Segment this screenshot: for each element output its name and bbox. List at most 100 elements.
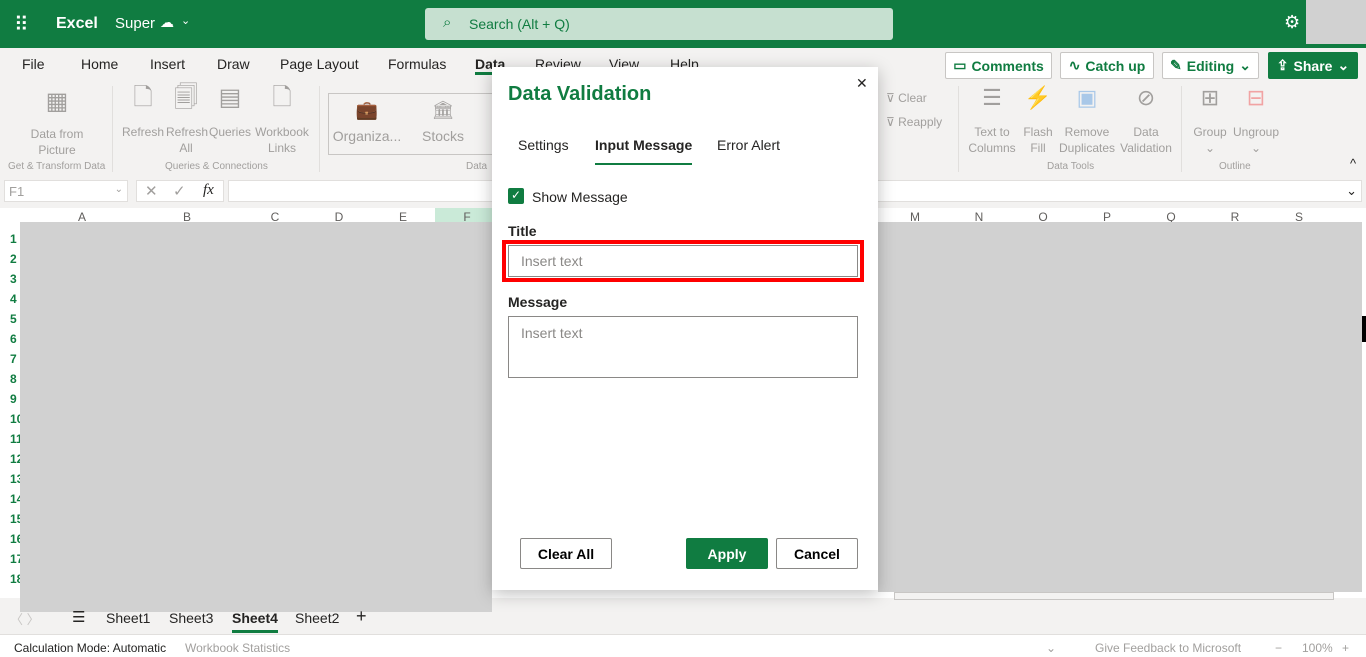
row-header[interactable]: 2 [10,252,17,266]
calculation-mode[interactable]: Calculation Mode: Automatic [14,641,166,655]
label: Clear [898,91,927,105]
cancel-button[interactable]: Cancel [776,538,858,569]
bank-icon: 🏛 [431,100,455,120]
ungroup-icon: ⊟ [1246,85,1266,110]
sheet-tab-sheet2[interactable]: Sheet2 [295,610,339,626]
comments-button[interactable]: ▭ Comments [945,52,1052,79]
label: Flash Fill [1023,125,1053,155]
prev-sheet-icon[interactable]: 〈 〉 [10,609,40,628]
editing-label: Editing [1186,57,1235,74]
comments-label: Comments [971,57,1044,74]
close-icon[interactable]: ✕ [856,75,868,92]
workbook-links-button[interactable]: 🗋 Workbook Links [254,84,310,156]
label: Reapply [898,115,943,129]
data-validation-icon: ⊘ [1136,85,1156,110]
editing-button[interactable]: ✎ Editing ⌄ [1162,52,1259,79]
sheet-tab-sheet3[interactable]: Sheet3 [169,610,213,626]
insert-function-icon[interactable]: fx [203,182,214,199]
divider [1181,86,1182,172]
row-header[interactable]: 5 [10,312,17,326]
link-icon: 🗋 [272,84,292,111]
apply-button[interactable]: Apply [686,538,768,569]
share-button[interactable]: ⇪ Share ⌄ [1268,52,1358,79]
tab-settings[interactable]: Settings [518,137,569,153]
app-name: Excel [56,15,98,32]
flash-fill-button[interactable]: ⚡ Flash Fill [1020,87,1056,156]
ungroup-button[interactable]: ⊟ Ungroup ⌄ [1230,85,1282,156]
zoom-in-icon[interactable]: + [1342,641,1349,655]
label: Refresh [122,125,165,139]
tab-formulas[interactable]: Formulas [388,56,446,72]
chevron-down-icon[interactable]: ⌄ [1046,641,1056,655]
cancel-icon[interactable]: ✕ [145,182,158,200]
avatar[interactable] [1306,0,1366,44]
zoom-out-icon[interactable]: − [1275,641,1282,655]
tab-insert[interactable]: Insert [150,56,185,72]
group-label: Data [466,161,488,172]
clear-filter-button[interactable]: ⊽ Clear [886,90,927,106]
data-validation-dialog: Data Validation ✕ Settings Input Message… [492,67,878,590]
sheet-tab-sheet4[interactable]: Sheet4 [232,610,278,633]
message-textarea[interactable]: Insert text [508,316,858,378]
tab-home[interactable]: Home [81,56,118,72]
zoom-level[interactable]: 100% [1302,641,1333,655]
row-header[interactable]: 3 [10,272,17,286]
reapply-filter-button[interactable]: ⊽ Reapply [886,114,942,130]
divider [958,86,959,172]
data-from-picture-button[interactable]: ▦ Data from Picture [22,90,92,158]
catch-up-button[interactable]: ∿ Catch up [1060,52,1154,79]
all-sheets-icon[interactable]: ☰ [72,608,85,626]
workbook-statistics[interactable]: Workbook Statistics [185,641,290,655]
share-icon: ⇪ [1276,57,1289,73]
title-input[interactable]: Insert text [508,245,858,277]
label: Queries [208,125,252,139]
group-button[interactable]: ⊞ Group ⌄ [1190,87,1230,156]
search-input[interactable]: ⌕ Search (Alt + Q) [425,8,893,40]
row-header[interactable]: 4 [10,292,17,306]
row-header[interactable]: 7 [10,352,17,366]
show-message-checkbox[interactable]: ✓ [508,188,524,204]
pencil-icon: ✎ [1170,57,1182,73]
settings-gear-icon[interactable]: ⚙ [1284,12,1300,33]
search-icon: ⌕ [443,14,452,31]
label: Ungroup [1232,125,1280,139]
chevron-down-icon[interactable]: ⌄ [181,14,190,27]
redacted-area [20,222,492,612]
label: Data Validation [1120,125,1172,155]
scrollbar-thumb[interactable] [1362,316,1366,342]
remove-duplicates-button[interactable]: ▣ Remove Duplicates [1058,87,1116,156]
horizontal-scrollbar[interactable] [894,592,1334,600]
tab-file[interactable]: File [22,56,45,72]
tab-draw[interactable]: Draw [217,56,250,72]
stocks-data-type[interactable]: 🏛 Stocks [414,100,472,144]
cloud-saved-icon: ☁ [160,14,174,30]
app-launcher-icon[interactable]: ⠿ [14,12,29,37]
organization-data-type[interactable]: 💼 Organiza... [332,101,402,144]
refresh-all-button[interactable]: 🗐 Refresh All [166,84,208,156]
label: Organiza... [332,128,402,144]
collapse-ribbon-icon[interactable]: ^ [1350,156,1356,171]
feedback-link[interactable]: Give Feedback to Microsoft [1095,641,1241,655]
tab-input-message[interactable]: Input Message [595,137,693,165]
check-icon[interactable]: ✓ [173,182,186,200]
group-label: Queries & Connections [165,161,268,172]
row-header[interactable]: 1 [10,232,17,246]
tab-error-alert[interactable]: Error Alert [717,137,780,153]
row-header[interactable]: 6 [10,332,17,346]
data-validation-button[interactable]: ⊘ Data Validation [1118,85,1174,156]
row-header[interactable]: 9 [10,392,17,406]
name-box[interactable]: F1 ⌄ [4,180,128,202]
sheet-tab-sheet1[interactable]: Sheet1 [106,610,150,626]
tab-page-layout[interactable]: Page Layout [280,56,359,72]
queries-button[interactable]: ▤ Queries [208,86,252,140]
refresh-button[interactable]: 🗋 Refresh [122,86,165,140]
add-sheet-icon[interactable]: + [356,606,367,627]
expand-formula-icon[interactable]: ⌄ [1346,183,1357,199]
refresh-all-icon: 🗐 [174,84,198,111]
label: Workbook Links [255,125,309,155]
document-name[interactable]: Super [115,15,155,32]
row-header[interactable]: 8 [10,372,17,386]
text-to-columns-button[interactable]: ☰ Text to Columns [966,87,1018,156]
chevron-down-icon: ⌄ [1337,57,1350,73]
clear-all-button[interactable]: Clear All [520,538,612,569]
